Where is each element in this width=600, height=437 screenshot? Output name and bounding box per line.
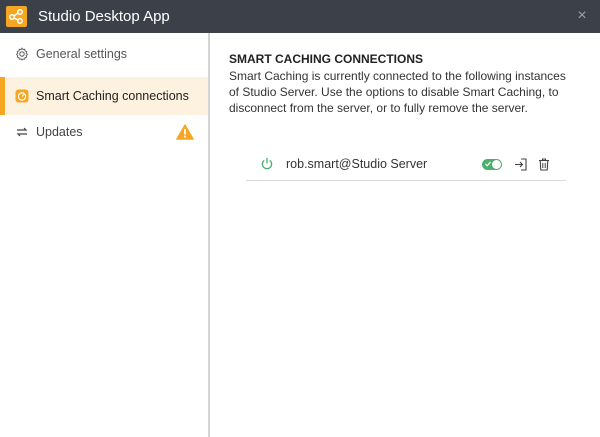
- sidebar-item-general-settings[interactable]: General settings: [0, 35, 208, 73]
- trash-icon[interactable]: [538, 158, 550, 171]
- section-heading: SMART CACHING CONNECTIONS: [229, 52, 423, 66]
- power-icon: [261, 158, 273, 170]
- warning-icon: [176, 124, 194, 140]
- sidebar-item-smart-caching-connections[interactable]: Smart Caching connections: [0, 77, 208, 115]
- sidebar-item-label: General settings: [36, 47, 128, 61]
- toggle-knob: [492, 160, 501, 169]
- smart-caching-toggle[interactable]: [482, 159, 502, 170]
- gear-icon: [15, 47, 29, 61]
- title-bar: Studio Desktop App ×: [0, 0, 600, 33]
- sidebar-item-updates[interactable]: Updates: [0, 113, 208, 151]
- sidebar: General settings Smart Caching connectio…: [0, 33, 210, 437]
- connection-name: rob.smart@Studio Server: [286, 157, 428, 171]
- section-description: Smart Caching is currently connected to …: [229, 69, 566, 115]
- window-title: Studio Desktop App: [38, 8, 170, 25]
- sidebar-item-label: Smart Caching connections: [36, 89, 189, 103]
- app-logo-icon: [6, 6, 27, 27]
- connection-row: rob.smart@Studio Server: [246, 147, 566, 181]
- sidebar-item-label: Updates: [36, 125, 83, 139]
- sync-icon: [16, 127, 28, 137]
- close-button[interactable]: ×: [574, 8, 590, 24]
- disconnect-icon[interactable]: [514, 158, 527, 171]
- main-panel: SMART CACHING CONNECTIONS Smart Caching …: [212, 33, 600, 437]
- gauge-icon: [15, 89, 29, 103]
